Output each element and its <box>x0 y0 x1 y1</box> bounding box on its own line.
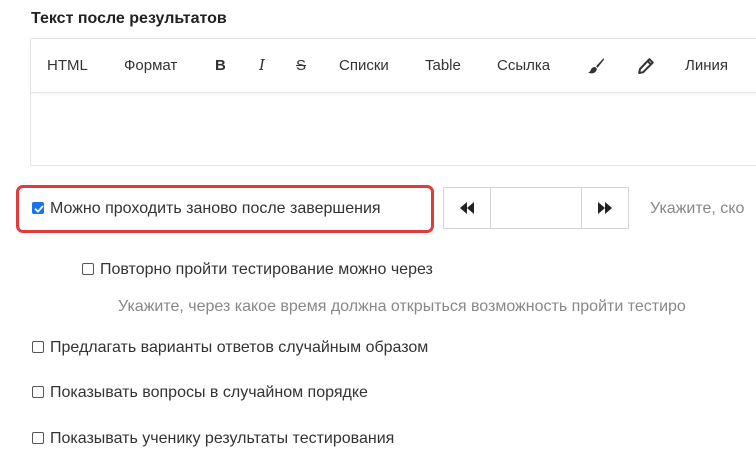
random-answers-label: Предлагать варианты ответов случайным об… <box>50 339 429 356</box>
bold-button[interactable]: B <box>215 39 226 92</box>
retake-delay-label: Повторно пройти тестирование можно через <box>100 261 433 278</box>
retake-delay-hint: Укажите, через какое время должна открыт… <box>118 298 686 315</box>
table-button[interactable]: Table <box>425 39 461 92</box>
retake-checkbox[interactable] <box>32 202 44 214</box>
increase-button[interactable] <box>581 187 629 229</box>
rich-text-editor: HTML Формат B I S Списки Table Ссылка Ли… <box>30 38 756 166</box>
retake-stepper <box>443 187 629 229</box>
retake-count-input[interactable] <box>491 187 581 229</box>
retake-label: Можно проходить заново после завершения <box>50 200 381 217</box>
decrease-button[interactable] <box>443 187 491 229</box>
format-button[interactable]: Формат <box>124 39 177 92</box>
pencil-icon[interactable] <box>637 39 655 92</box>
section-title: Текст после результатов <box>31 10 227 27</box>
brush-icon[interactable] <box>587 39 605 92</box>
italic-button[interactable]: I <box>259 39 265 92</box>
random-questions-checkbox[interactable] <box>32 386 44 398</box>
show-results-checkbox[interactable] <box>32 432 44 444</box>
lists-button[interactable]: Списки <box>339 39 389 92</box>
double-left-arrow-icon <box>460 202 474 214</box>
line-button[interactable]: Линия <box>685 39 728 92</box>
random-questions-label: Показывать вопросы в случайном порядке <box>50 384 368 401</box>
show-results-label: Показывать ученику результаты тестирован… <box>50 430 395 447</box>
random-answers-checkbox[interactable] <box>32 341 44 353</box>
editor-content-area[interactable] <box>31 93 756 167</box>
double-right-arrow-icon <box>598 202 612 214</box>
retake-hint: Укажите, ско <box>650 200 745 217</box>
strikethrough-button[interactable]: S <box>296 39 306 92</box>
link-button[interactable]: Ссылка <box>497 39 550 92</box>
html-button[interactable]: HTML <box>47 39 88 92</box>
editor-toolbar: HTML Формат B I S Списки Table Ссылка Ли… <box>31 39 756 93</box>
retake-delay-checkbox[interactable] <box>82 263 94 275</box>
